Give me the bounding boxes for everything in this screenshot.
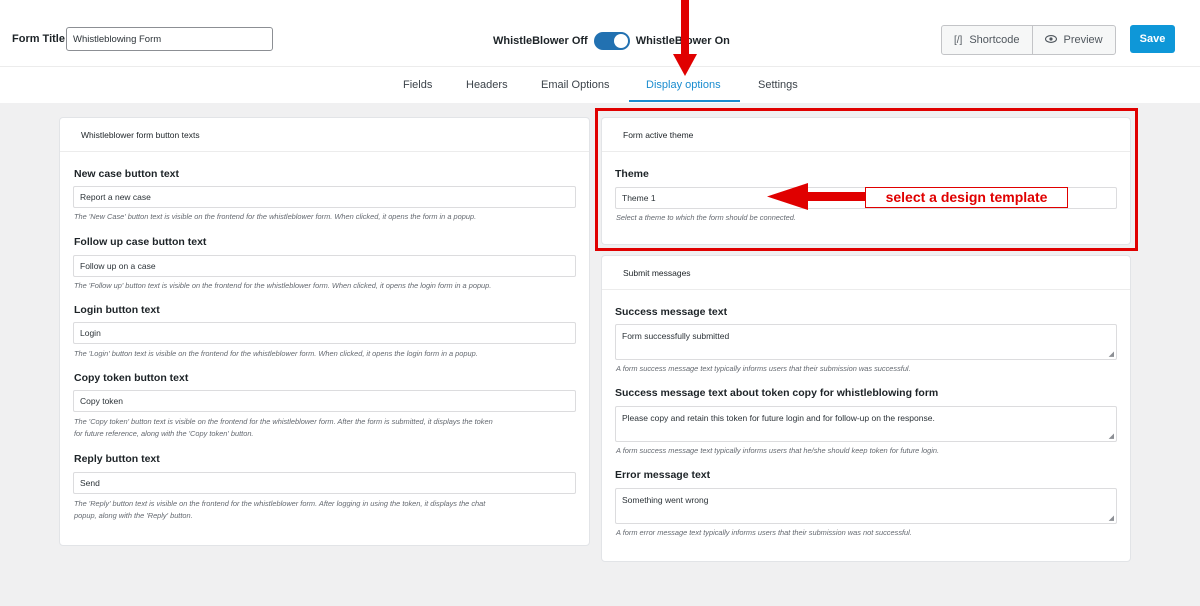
left-arrow-icon xyxy=(767,183,866,210)
down-arrow-icon xyxy=(673,0,697,76)
annotation-arrows xyxy=(673,0,866,210)
